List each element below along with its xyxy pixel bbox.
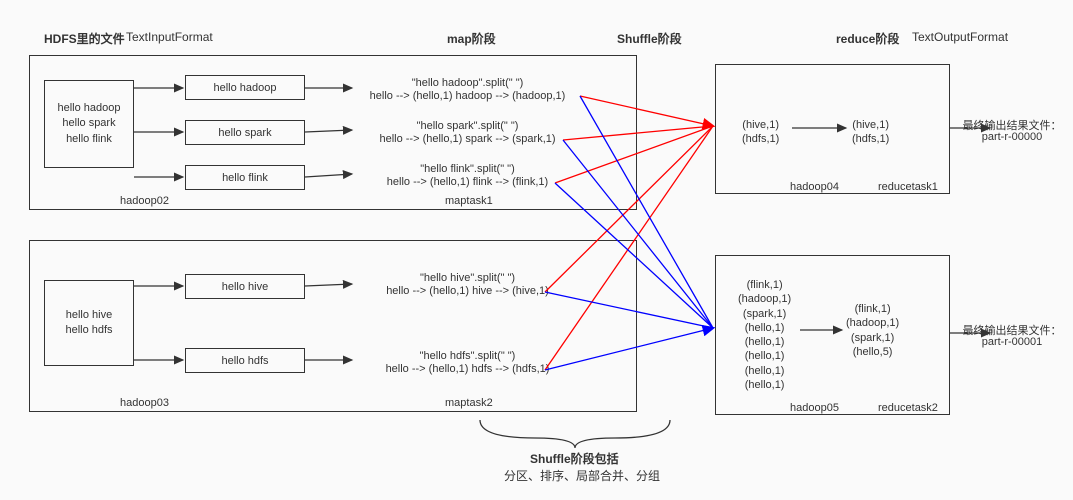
split-box: hello hive bbox=[185, 274, 305, 299]
header-output-format: TextOutputFormat bbox=[912, 30, 1008, 44]
file1-box: hello hadoop hello spark hello flink bbox=[44, 80, 134, 168]
hadoop03-label: hadoop03 bbox=[120, 397, 169, 409]
file1-line: hello spark bbox=[62, 116, 115, 131]
file2-line: hello hdfs bbox=[65, 323, 112, 338]
header-reduce: reduce阶段 bbox=[836, 30, 899, 47]
reduce1-out: (hive,1)(hdfs,1) bbox=[852, 118, 889, 147]
maptask1-label: maptask1 bbox=[445, 195, 493, 207]
file1-line: hello flink bbox=[66, 132, 112, 147]
reduce1-in: (hive,1)(hdfs,1) bbox=[742, 118, 779, 147]
shuffle-sub: 分区、排序、局部合并、分组 bbox=[504, 467, 660, 484]
reducetask1-label: reducetask1 bbox=[878, 181, 938, 193]
map1-op-title: "hello spark".split(" ") bbox=[355, 120, 580, 132]
maptask2-label: maptask2 bbox=[445, 397, 493, 409]
header-map: map阶段 bbox=[447, 30, 496, 47]
hadoop02-label: hadoop02 bbox=[120, 195, 169, 207]
split-box: hello flink bbox=[185, 165, 305, 190]
map1-op-detail: hello --> (hello,1) spark --> (spark,1) bbox=[355, 133, 580, 145]
header-shuffle: Shuffle阶段 bbox=[617, 30, 682, 47]
reducetask2-label: reducetask2 bbox=[878, 402, 938, 414]
split-box: hello hadoop bbox=[185, 75, 305, 100]
header-input-format: TextInputFormat bbox=[126, 30, 213, 44]
file1-line: hello hadoop bbox=[57, 101, 120, 116]
header-hdfs: HDFS里的文件 bbox=[44, 30, 125, 47]
map2-op-title: "hello hdfs".split(" ") bbox=[355, 350, 580, 362]
map1-op-detail: hello --> (hello,1) flink --> (flink,1) bbox=[355, 176, 580, 188]
map2-op-detail: hello --> (hello,1) hdfs --> (hdfs,1) bbox=[355, 363, 580, 375]
hadoop05-label: hadoop05 bbox=[790, 402, 839, 414]
map2-op-detail: hello --> (hello,1) hive --> (hive,1) bbox=[355, 285, 580, 297]
map2-op-title: "hello hive".split(" ") bbox=[355, 272, 580, 284]
map1-op-detail: hello --> (hello,1) hadoop --> (hadoop,1… bbox=[355, 90, 580, 102]
file2-box: hello hive hello hdfs bbox=[44, 280, 134, 366]
file2-line: hello hive bbox=[66, 308, 112, 323]
hadoop04-label: hadoop04 bbox=[790, 181, 839, 193]
out-file2: part-r-00001 bbox=[962, 336, 1062, 348]
split-box: hello spark bbox=[185, 120, 305, 145]
split-box: hello hdfs bbox=[185, 348, 305, 373]
map1-op-title: "hello flink".split(" ") bbox=[355, 163, 580, 175]
shuffle-title: Shuffle阶段包括 bbox=[530, 450, 619, 467]
reduce2-out: (flink,1)(hadoop,1)(spark,1)(hello,5) bbox=[846, 302, 899, 359]
reduce2-in: (flink,1)(hadoop,1)(spark,1)(hello,1) (h… bbox=[738, 278, 791, 392]
map1-op-title: "hello hadoop".split(" ") bbox=[355, 77, 580, 89]
out-file1: part-r-00000 bbox=[962, 131, 1062, 143]
